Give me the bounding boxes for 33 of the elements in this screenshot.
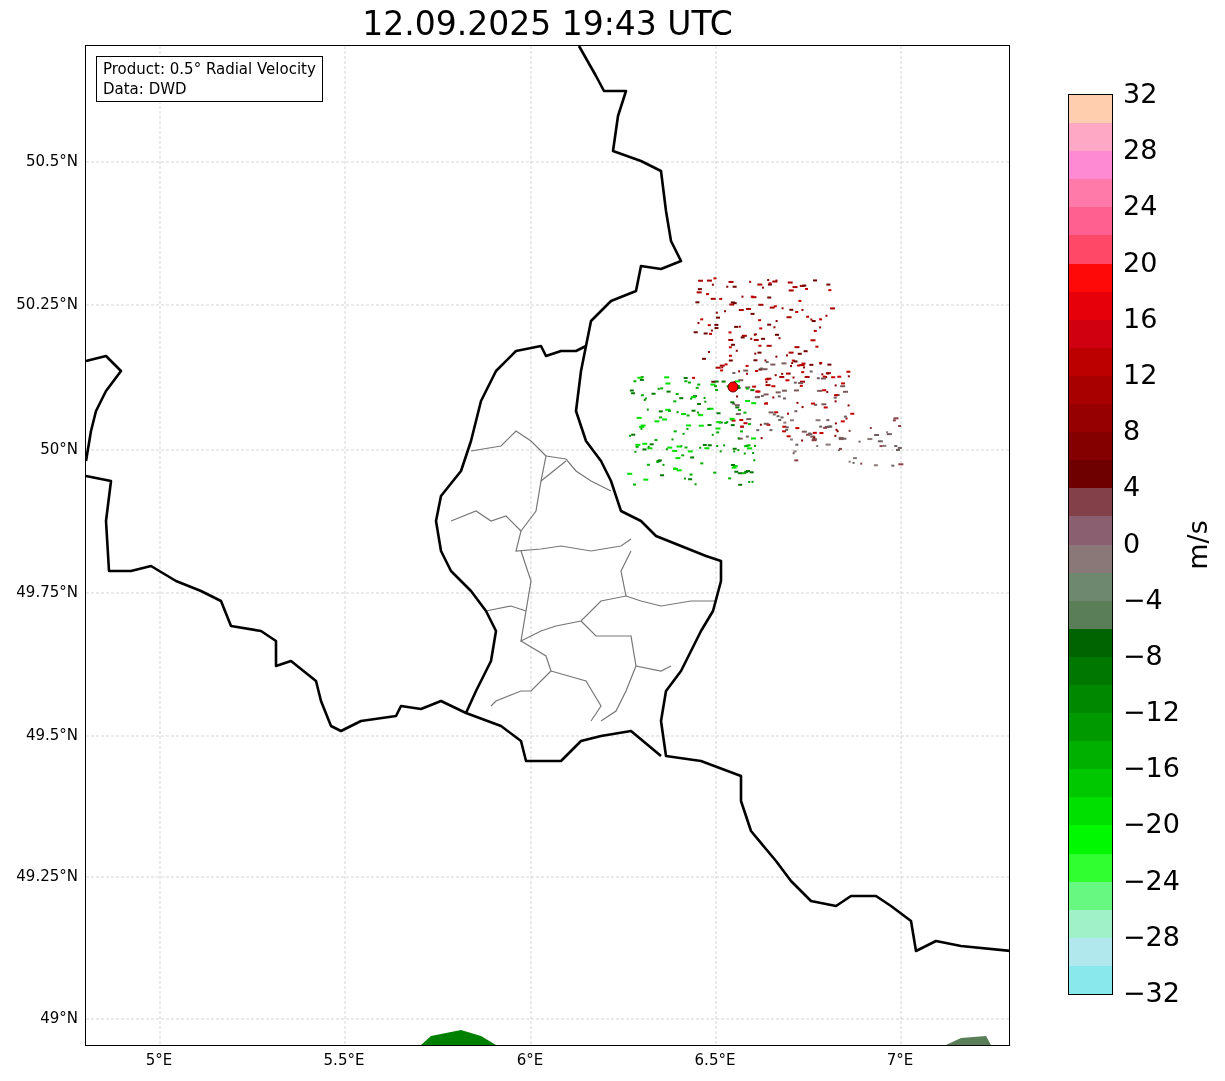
colorbar-tick-label: −12 <box>1123 696 1180 729</box>
latitude-label: 50.25°N <box>16 295 78 313</box>
colorbar-tick-label: 4 <box>1123 471 1141 504</box>
colorbar-tick-label: −32 <box>1123 977 1180 1009</box>
latitude-label: 49°N <box>40 1009 78 1027</box>
longitude-label: 5°E <box>144 1051 174 1069</box>
colorbar-tick-label: 12 <box>1123 358 1158 391</box>
colorbar-tick-label: 28 <box>1123 134 1158 167</box>
colorbar-tick-label: 16 <box>1123 302 1158 335</box>
colorbar-tick-label: 24 <box>1123 190 1158 223</box>
colorbar-tick-label: −28 <box>1123 920 1180 953</box>
colorbar-label: m/s <box>1181 519 1214 570</box>
colorbar-tick-label: 0 <box>1123 527 1141 560</box>
latitude-label: 50.5°N <box>25 152 78 170</box>
colorbar-tick-label: −16 <box>1123 752 1180 785</box>
info-text: Product: 0.5° Radial Velocity <box>103 59 316 79</box>
chart-title: 12.09.2025 19:43 UTC <box>362 4 733 45</box>
info-text: Data: DWD <box>103 79 188 99</box>
colorbar-tick-label: −20 <box>1123 808 1180 841</box>
latitude-label: 50°N <box>40 440 78 458</box>
longitude-label: 7°E <box>885 1051 915 1069</box>
colorbar-tick-label: 20 <box>1123 246 1158 279</box>
colorbar-tick-label: −8 <box>1123 639 1163 672</box>
colorbar-tick-label: 8 <box>1123 415 1141 448</box>
latitude-label: 49.75°N <box>16 583 78 601</box>
colorbar-tick-label: −4 <box>1123 583 1163 616</box>
longitude-label: 6°E <box>515 1051 545 1069</box>
colorbar-tick-label: 32 <box>1123 78 1158 110</box>
longitude-label: 6.5°E <box>693 1051 737 1069</box>
colorbar-tick-label: −24 <box>1123 864 1180 897</box>
latitude-label: 49.25°N <box>16 867 78 885</box>
latitude-label: 49.5°N <box>25 726 78 744</box>
longitude-label: 5.5°E <box>322 1051 366 1069</box>
